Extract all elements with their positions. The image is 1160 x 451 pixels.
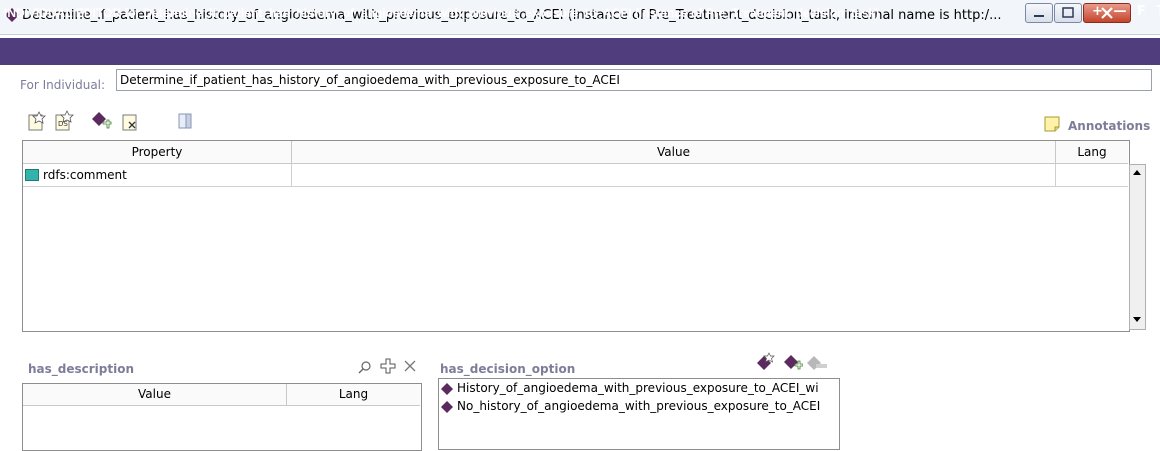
header-actions: + — F T (1092, 4, 1160, 19)
view-columns-icon[interactable] (175, 110, 197, 132)
lang-cell-divider (23, 164, 1056, 186)
decision-option-label: No_history_of_angioedema_with_previous_e… (457, 399, 821, 413)
maximize-button[interactable] (1054, 3, 1082, 23)
header-add-button[interactable]: + (1092, 4, 1103, 19)
create-property-value-icon[interactable] (26, 110, 48, 132)
editor-title: INDIVIDUAL EDITOR for Determine_if_patie… (4, 6, 880, 20)
header-remove-button[interactable]: — (1113, 4, 1126, 19)
column-header-value[interactable]: Value (23, 384, 287, 406)
property-table: Property Value Lang rdfs:comment (22, 140, 1130, 332)
scroll-up-arrow-icon[interactable] (1131, 167, 1143, 179)
add-instance-icon[interactable] (783, 352, 803, 372)
create-instance-icon[interactable] (755, 352, 775, 372)
minimize-icon (1034, 15, 1044, 17)
header-f-button[interactable]: F (1137, 4, 1146, 19)
column-header-value[interactable]: Value (292, 141, 1056, 164)
minimize-button[interactable] (1025, 3, 1053, 23)
decision-option-list: History_of_angioedema_with_previous_expo… (438, 378, 840, 450)
search-icon[interactable] (358, 360, 372, 374)
remove-icon[interactable] (403, 359, 417, 373)
header-t-button[interactable]: T (1156, 4, 1160, 19)
maximize-icon (1062, 7, 1074, 18)
individual-name-field[interactable]: Determine_if_patient_has_history_of_angi… (116, 69, 1152, 91)
scroll-down-arrow-icon[interactable] (1131, 313, 1143, 325)
annotations-label[interactable]: Annotations (1068, 119, 1150, 133)
has-decision-option-label: has_decision_option (440, 362, 576, 376)
add-instance-value-icon[interactable] (90, 110, 112, 132)
for-individual-label: For Individual: (20, 78, 106, 92)
column-header-lang[interactable]: Lang (287, 384, 420, 406)
has-description-label: has_description (28, 362, 135, 376)
instance-diamond-icon (441, 401, 453, 413)
create-datatype-value-icon[interactable]: DS (53, 110, 75, 132)
editor-header-bar (0, 38, 1160, 65)
instance-diamond-icon (441, 383, 453, 395)
remove-instance-icon[interactable] (807, 352, 827, 372)
decision-option-label: History_of_angioedema_with_previous_expo… (457, 381, 819, 395)
column-header-property[interactable]: Property (23, 141, 292, 164)
add-icon[interactable] (380, 358, 396, 374)
has-description-table: Value Lang (22, 383, 422, 451)
annotations-icon[interactable] (1044, 116, 1060, 132)
table-row[interactable]: rdfs:comment (23, 164, 1128, 187)
vertical-scrollbar[interactable] (1129, 164, 1146, 330)
column-header-lang[interactable]: Lang (1056, 141, 1128, 164)
delete-value-icon[interactable] (120, 110, 142, 132)
